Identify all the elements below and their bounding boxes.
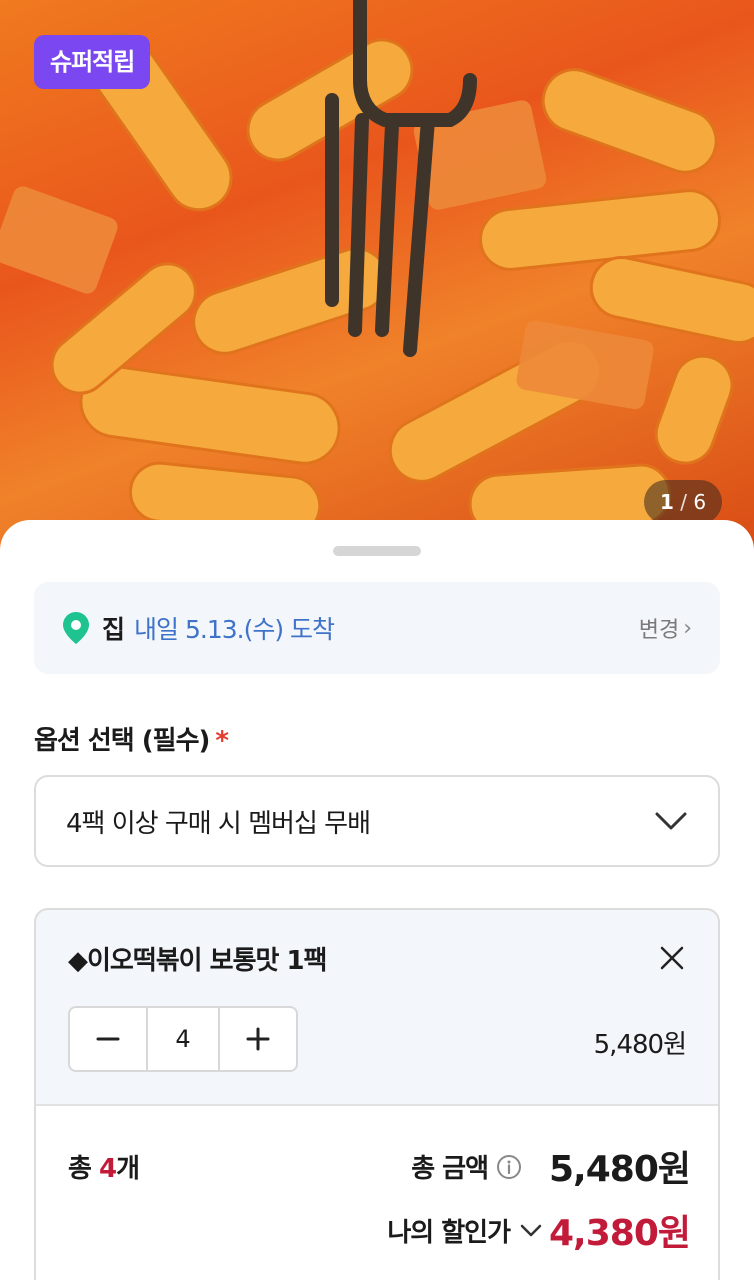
change-delivery-label: 변경	[638, 618, 680, 643]
info-icon[interactable]	[496, 1154, 522, 1180]
option-section-title: 옵션 선택 (필수) *	[34, 720, 229, 757]
order-summary: 총 4개 총 금액 5,480원 나의 할인가 4,380원	[36, 1104, 718, 1280]
increase-quantity-button[interactable]	[220, 1008, 296, 1070]
pager-separator: /	[673, 490, 694, 514]
image-pager: 1 / 6	[644, 480, 722, 524]
selected-item-card: ◆이오떡볶이 보통맛 1팩 4 5,480원 총 4개 총 금액 5,480원 …	[34, 908, 720, 1280]
close-icon[interactable]	[658, 944, 686, 972]
discount-price-toggle[interactable]: 나의 할인가	[387, 1212, 542, 1249]
purchase-sheet: 집 내일 5.13.(수) 도착 변경 › 옵션 선택 (필수) * 4팩 이상 …	[0, 520, 754, 1280]
option-select[interactable]: 4팩 이상 구매 시 멤버십 무배	[34, 775, 720, 867]
minus-icon	[96, 1037, 120, 1041]
super-reward-badge: 슈퍼적립	[34, 35, 151, 89]
total-amount-label-text: 총 금액	[411, 1154, 489, 1184]
plus-icon	[246, 1027, 270, 1051]
product-image[interactable]: 슈퍼적립 1 / 6	[0, 0, 754, 560]
total-count: 총 4개	[68, 1148, 140, 1185]
delivery-info: 집 내일 5.13.(수) 도착 변경 ›	[34, 582, 720, 674]
total-amount-label: 총 금액	[411, 1148, 522, 1185]
change-delivery-button[interactable]: 변경 ›	[639, 612, 692, 644]
option-selected-value: 4팩 이상 구매 시 멤버십 무배	[66, 808, 371, 839]
total-count-prefix: 총	[68, 1154, 99, 1184]
discount-price-amount: 4,380원	[549, 1213, 691, 1254]
delivery-destination: 집	[102, 615, 125, 644]
decrease-quantity-button[interactable]	[70, 1008, 146, 1070]
delivery-eta: 내일 5.13.(수) 도착	[134, 615, 335, 644]
item-name: ◆이오떡볶이 보통맛 1팩	[68, 946, 327, 976]
total-count-suffix: 개	[116, 1154, 140, 1184]
required-mark: *	[215, 726, 229, 756]
quantity-stepper: 4	[68, 1006, 298, 1072]
total-count-value: 4	[98, 1154, 117, 1184]
total-amount: 5,480원	[549, 1149, 691, 1190]
sheet-drag-handle[interactable]	[333, 546, 421, 556]
pager-total: 6	[693, 490, 707, 514]
chevron-down-icon	[520, 1224, 542, 1236]
option-title-text: 옵션 선택 (필수)	[34, 726, 210, 756]
discount-price-label: 나의 할인가	[387, 1218, 511, 1248]
item-price: 5,480원	[593, 1030, 687, 1060]
pager-current: 1	[659, 490, 674, 514]
chevron-down-icon	[655, 812, 687, 830]
quantity-value[interactable]: 4	[146, 1008, 220, 1070]
chevron-right-icon: ›	[683, 615, 692, 641]
location-pin-icon	[63, 612, 89, 644]
